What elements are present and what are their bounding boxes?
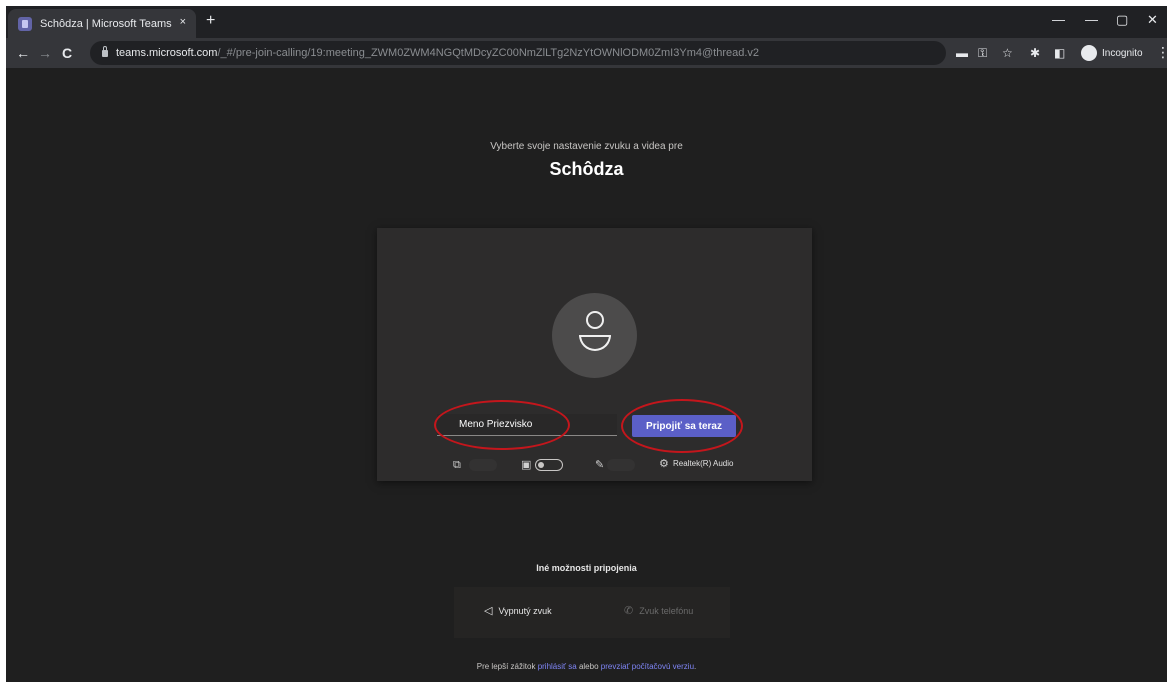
incognito-icon — [1081, 45, 1097, 61]
audio-device-label[interactable]: Realtek(R) Audio — [673, 459, 733, 468]
camera-off-icon[interactable]: ⧉ — [453, 458, 461, 472]
device-controls: ⧉ ▣ ✎ ⚙ Realtek(R) Audio — [377, 458, 812, 474]
tab-search-icon[interactable]: — — [1052, 12, 1065, 27]
person-body-icon — [579, 335, 611, 351]
gear-icon[interactable]: ⚙ — [659, 457, 669, 470]
join-now-button[interactable]: Pripojiť sa teraz — [632, 415, 736, 437]
incognito-profile-button[interactable]: Incognito — [1081, 43, 1143, 63]
tab-teams-meeting[interactable]: Schôdza | Microsoft Teams × — [8, 9, 196, 38]
footer-suffix: . — [694, 662, 697, 671]
meeting-title: Schôdza — [549, 159, 624, 179]
browser-toolbar: ← → C teams.microsoft.com /_#/pre-join-c… — [6, 38, 1167, 68]
back-button[interactable]: ← — [16, 45, 30, 61]
phone-audio-option[interactable]: ✆ Zvuk telefónu — [624, 604, 693, 617]
speaker-off-icon: ◁ — [484, 605, 493, 617]
phone-audio-label: Zvuk telefónu — [639, 605, 694, 616]
tab-strip: Schôdza | Microsoft Teams × + — — ▢ ✕ — [6, 6, 1167, 38]
footer-text: Pre lepší zážitok prihlásiť sa alebo pre… — [6, 662, 1167, 671]
address-bar[interactable]: teams.microsoft.com /_#/pre-join-calling… — [90, 41, 946, 65]
browser-window: Schôdza | Microsoft Teams × + — — ▢ ✕ ← … — [6, 6, 1167, 682]
tab-title: Schôdza | Microsoft Teams — [40, 17, 172, 30]
extensions-icon[interactable]: ✱ — [1030, 46, 1040, 60]
audio-off-option[interactable]: ◁ Vypnutý zvuk — [484, 604, 552, 617]
download-desktop-link[interactable]: prevziať počítačovú verziu — [601, 662, 694, 671]
reload-button[interactable]: C — [62, 45, 72, 61]
avatar — [552, 293, 637, 378]
incognito-label: Incognito — [1102, 47, 1143, 59]
sign-in-link[interactable]: prihlásiť sa — [538, 662, 577, 671]
teams-favicon-icon — [18, 16, 32, 31]
footer-mid: alebo — [578, 662, 599, 671]
prejoin-card: Pripojiť sa teraz ⧉ ▣ ✎ ⚙ Realtek(R) Aud… — [377, 228, 812, 481]
background-blur-icon[interactable]: ✎ — [595, 458, 604, 472]
name-input[interactable] — [437, 414, 617, 436]
forward-button[interactable]: → — [38, 45, 52, 61]
url-path: /_#/pre-join-calling/19:meeting_ZWM0ZWM4… — [217, 47, 760, 59]
minimize-button[interactable]: — — [1085, 12, 1098, 27]
mic-icon[interactable]: ▣ — [521, 458, 531, 472]
url-domain: teams.microsoft.com — [116, 47, 218, 59]
join-options-panel: ◁ Vypnutý zvuk ✆ Zvuk telefónu — [454, 587, 730, 638]
key-icon[interactable]: ⚿ — [978, 46, 987, 60]
browser-menu-icon[interactable]: ⋮ — [1156, 44, 1167, 61]
phone-icon: ✆ — [624, 605, 634, 617]
lock-icon[interactable] — [102, 45, 108, 57]
maximize-button[interactable]: ▢ — [1116, 12, 1128, 28]
audio-off-label: Vypnutý zvuk — [498, 605, 552, 616]
new-tab-button[interactable]: + — [206, 12, 215, 30]
close-window-button[interactable]: ✕ — [1147, 12, 1158, 28]
footer-prefix: Pre lepší zážitok — [476, 662, 536, 671]
mic-toggle[interactable] — [535, 459, 563, 471]
person-icon — [586, 311, 604, 329]
camera-toggle[interactable] — [469, 459, 497, 471]
blur-toggle[interactable] — [607, 459, 635, 471]
prejoin-screen: Vyberte svoje nastavenie zvuku a videa p… — [6, 68, 1167, 682]
other-join-options-label: Iné možnosti pripojenia — [536, 563, 637, 573]
side-panel-icon[interactable]: ◧ — [1054, 46, 1065, 60]
prejoin-subtitle: Vyberte svoje nastavenie zvuku a videa p… — [490, 141, 683, 152]
tab-close-icon[interactable]: × — [180, 16, 186, 28]
bookmark-star-icon[interactable]: ☆ — [1002, 46, 1013, 60]
camera-indicator-icon[interactable]: ▬ — [956, 46, 968, 60]
